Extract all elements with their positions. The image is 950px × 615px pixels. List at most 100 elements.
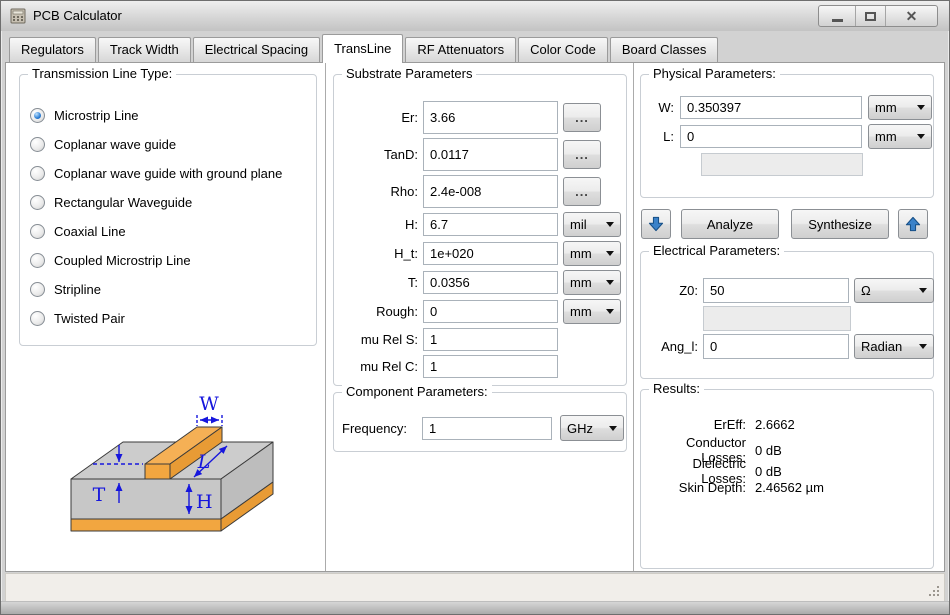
l-unit-select[interactable]: mm bbox=[868, 124, 932, 149]
rough-unit-select[interactable]: mm bbox=[563, 299, 621, 324]
ang-l-row: Ang_l: Radian bbox=[648, 334, 926, 359]
w-input[interactable] bbox=[680, 96, 862, 119]
ht-unit-select[interactable]: mm bbox=[563, 241, 621, 266]
title-bar[interactable]: PCB Calculator ✕ bbox=[1, 1, 949, 31]
tab-transline[interactable]: TransLine bbox=[322, 34, 403, 63]
tab-rf-attenuators[interactable]: RF Attenuators bbox=[405, 37, 516, 62]
radio-icon bbox=[30, 253, 45, 268]
ht-unit-value: mm bbox=[570, 246, 592, 261]
chevron-down-icon bbox=[606, 280, 614, 285]
substrate-column: Substrate Parameters Er: ... TanD: ... R… bbox=[327, 63, 634, 571]
resize-grip[interactable] bbox=[926, 583, 940, 597]
ang-l-unit-select[interactable]: Radian bbox=[854, 334, 934, 359]
copy-down-button[interactable] bbox=[641, 209, 671, 239]
mu-rel-s-row: mu Rel S: bbox=[342, 328, 618, 351]
er-row: Er: ... bbox=[342, 101, 618, 134]
radio-label: Stripline bbox=[54, 282, 101, 297]
tab-board-classes[interactable]: Board Classes bbox=[610, 37, 719, 62]
ang-l-input[interactable] bbox=[703, 334, 849, 359]
frequency-input[interactable] bbox=[422, 417, 552, 440]
l-unit-value: mm bbox=[875, 129, 897, 144]
z0-unit-select[interactable]: Ω bbox=[854, 278, 934, 303]
radio-label: Coaxial Line bbox=[54, 224, 126, 239]
t-unit-select[interactable]: mm bbox=[563, 270, 621, 295]
diagram-label-h: H bbox=[196, 491, 213, 513]
maximize-icon bbox=[865, 12, 876, 21]
z0-unit-value: Ω bbox=[861, 283, 871, 298]
tand-row: TanD: ... bbox=[342, 138, 618, 171]
tab-track-width[interactable]: Track Width bbox=[98, 37, 191, 62]
radio-icon bbox=[30, 282, 45, 297]
group-title: Physical Parameters: bbox=[649, 66, 780, 81]
diagram-label-t: T bbox=[93, 484, 106, 506]
transmission-type-column: Transmission Line Type: Microstrip Line … bbox=[6, 63, 326, 571]
ereff-value: 2.6662 bbox=[755, 417, 926, 432]
h-unit-select[interactable]: mil bbox=[563, 212, 621, 237]
radio-rectangular-waveguide[interactable]: Rectangular Waveguide bbox=[30, 188, 306, 217]
tab-electrical-spacing[interactable]: Electrical Spacing bbox=[193, 37, 320, 62]
transmission-line-type-group: Transmission Line Type: Microstrip Line … bbox=[19, 74, 317, 346]
w-unit-select[interactable]: mm bbox=[868, 95, 932, 120]
maximize-button[interactable] bbox=[856, 6, 886, 26]
ang-l-label: Ang_l: bbox=[648, 339, 698, 354]
h-label: H: bbox=[342, 217, 418, 232]
rho-input[interactable] bbox=[423, 175, 558, 208]
ang-l-unit-value: Radian bbox=[861, 339, 902, 354]
w-unit-value: mm bbox=[875, 100, 897, 115]
window-bottom-frame bbox=[1, 601, 949, 614]
t-input[interactable] bbox=[423, 271, 558, 294]
er-more-button[interactable]: ... bbox=[563, 103, 601, 132]
chevron-down-icon bbox=[606, 309, 614, 314]
ht-label: H_t: bbox=[342, 246, 418, 261]
rough-label: Rough: bbox=[342, 304, 418, 319]
electrical-parameters-group: Electrical Parameters: Z0: Ω Ang_l: Radi… bbox=[640, 251, 934, 379]
mu-rel-c-input[interactable] bbox=[423, 355, 558, 378]
er-input[interactable] bbox=[423, 101, 558, 134]
radio-coplanar-wave-guide[interactable]: Coplanar wave guide bbox=[30, 130, 306, 159]
transline-panel: Transmission Line Type: Microstrip Line … bbox=[5, 62, 945, 572]
radio-coupled-microstrip-line[interactable]: Coupled Microstrip Line bbox=[30, 246, 306, 275]
substrate-parameters-group: Substrate Parameters Er: ... TanD: ... R… bbox=[333, 74, 627, 386]
radio-label: Microstrip Line bbox=[54, 108, 139, 123]
physical-parameters-group: Physical Parameters: W: mm L: mm bbox=[640, 74, 934, 198]
frequency-unit-select[interactable]: GHz bbox=[560, 415, 624, 441]
diagram-label-l: L bbox=[197, 451, 211, 473]
status-bar bbox=[5, 573, 945, 602]
radio-coplanar-ground-plane[interactable]: Coplanar wave guide with ground plane bbox=[30, 159, 306, 188]
tab-color-code[interactable]: Color Code bbox=[518, 37, 608, 62]
mu-rel-s-input[interactable] bbox=[423, 328, 558, 351]
ht-row: H_t: mm bbox=[342, 241, 618, 266]
radio-microstrip-line[interactable]: Microstrip Line bbox=[30, 101, 306, 130]
z0-input[interactable] bbox=[703, 278, 849, 303]
minimize-button[interactable] bbox=[819, 6, 856, 26]
rough-unit-value: mm bbox=[570, 304, 592, 319]
skin-depth-row: Skin Depth: 2.46562 µm bbox=[648, 477, 926, 498]
t-row: T: mm bbox=[342, 270, 618, 295]
tand-more-button[interactable]: ... bbox=[563, 140, 601, 169]
ht-input[interactable] bbox=[423, 242, 558, 265]
analyze-button[interactable]: Analyze bbox=[681, 209, 779, 239]
h-input[interactable] bbox=[423, 213, 558, 236]
synthesize-button[interactable]: Synthesize bbox=[791, 209, 889, 239]
rough-input[interactable] bbox=[423, 300, 558, 323]
tab-regulators[interactable]: Regulators bbox=[9, 37, 96, 62]
chevron-down-icon bbox=[606, 222, 614, 227]
blue-up-arrow-icon bbox=[902, 213, 924, 235]
radio-icon bbox=[30, 195, 45, 210]
physical-aux-field bbox=[701, 153, 863, 176]
group-title: Component Parameters: bbox=[342, 384, 492, 399]
microstrip-diagram: W L T H bbox=[63, 379, 275, 561]
minimize-icon bbox=[832, 19, 843, 22]
h-unit-value: mil bbox=[570, 217, 587, 232]
frequency-row: Frequency: GHz bbox=[342, 415, 618, 441]
radio-stripline[interactable]: Stripline bbox=[30, 275, 306, 304]
close-button[interactable]: ✕ bbox=[886, 6, 937, 26]
l-input[interactable] bbox=[680, 125, 862, 148]
copy-up-button[interactable] bbox=[898, 209, 928, 239]
tand-input[interactable] bbox=[423, 138, 558, 171]
conductor-losses-value: 0 dB bbox=[755, 443, 926, 458]
t-unit-value: mm bbox=[570, 275, 592, 290]
radio-coaxial-line[interactable]: Coaxial Line bbox=[30, 217, 306, 246]
rho-more-button[interactable]: ... bbox=[563, 177, 601, 206]
radio-twisted-pair[interactable]: Twisted Pair bbox=[30, 304, 306, 333]
